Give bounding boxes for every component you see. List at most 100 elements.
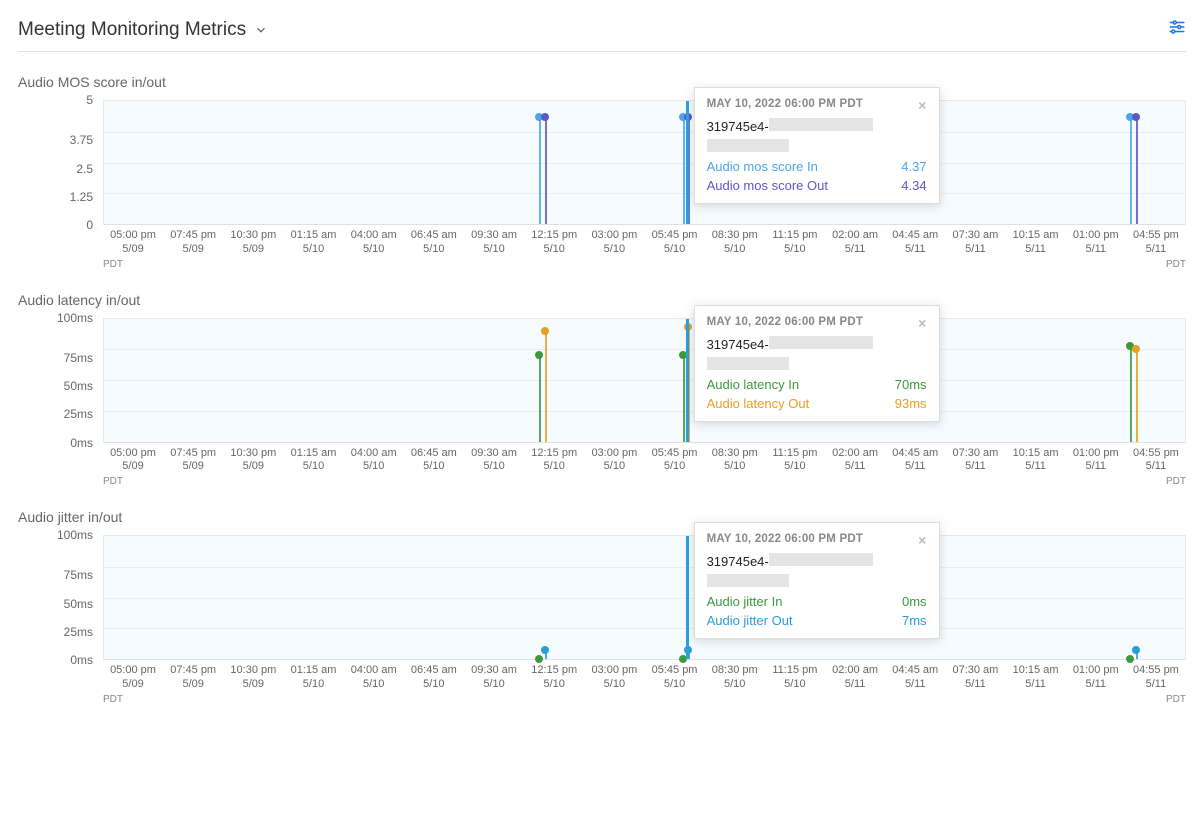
tooltip-metric-label: Audio jitter Out [707, 613, 793, 628]
data-point[interactable] [535, 351, 543, 359]
y-tick: 100ms [57, 312, 93, 324]
x-tick: 06:45 am5/10 [404, 447, 464, 475]
filter-icon[interactable] [1168, 18, 1186, 41]
data-point[interactable] [1132, 113, 1140, 121]
data-point[interactable] [1132, 646, 1140, 654]
tooltip-metric-value: 7ms [902, 613, 927, 628]
y-tick: 1.25 [70, 191, 93, 203]
data-stem [1130, 346, 1132, 442]
x-tick: 08:30 pm5/10 [705, 229, 765, 257]
plot-area[interactable]: MAY 10, 2022 06:00 PM PDT×319745e4-Audio… [103, 100, 1186, 225]
x-axis: 05:00 pm5/0907:45 pm5/0910:30 pm5/0901:1… [103, 664, 1186, 692]
x-tick: 04:00 am5/10 [344, 447, 404, 475]
x-tick: 01:15 am5/10 [284, 447, 344, 475]
close-icon[interactable]: × [918, 533, 926, 547]
y-tick: 0 [86, 219, 93, 231]
section-title-toggle[interactable]: Meeting Monitoring Metrics [18, 19, 268, 41]
y-tick: 0ms [70, 654, 93, 666]
data-point[interactable] [535, 655, 543, 663]
y-tick: 100ms [57, 529, 93, 541]
tooltip-metric-row: Audio jitter In0ms [707, 594, 927, 609]
x-tick: 09:30 am5/10 [464, 229, 524, 257]
x-tick: 04:00 am5/10 [344, 664, 404, 692]
y-axis: 100ms75ms50ms25ms0ms [18, 535, 103, 660]
tooltip-timestamp: MAY 10, 2022 06:00 PM PDT [707, 98, 864, 112]
x-tick: 05:00 pm5/09 [103, 447, 163, 475]
plot-area[interactable]: MAY 10, 2022 06:00 PM PDT×319745e4-Audio… [103, 535, 1186, 660]
hover-cursor [686, 536, 689, 659]
tooltip-metric-row: Audio latency Out93ms [707, 396, 927, 411]
tooltip: MAY 10, 2022 06:00 PM PDT × 319745e4- Audio… [694, 305, 940, 422]
timezone-row: PDTPDT [103, 476, 1186, 487]
x-tick: 02:00 am5/11 [825, 229, 885, 257]
x-tick: 10:15 am5/11 [1006, 447, 1066, 475]
x-tick: 04:00 am5/10 [344, 229, 404, 257]
tooltip-metric-row: Audio mos score In4.37 [707, 159, 927, 174]
x-tick: 07:45 pm5/09 [163, 447, 223, 475]
x-tick: 01:00 pm5/11 [1066, 664, 1126, 692]
x-tick: 04:55 pm5/11 [1126, 664, 1186, 692]
tooltip-metric-row: Audio jitter Out 7ms [707, 613, 927, 628]
data-stem [688, 327, 690, 441]
data-stem [1136, 117, 1138, 224]
x-tick: 03:00 pm5/10 [584, 447, 644, 475]
data-point[interactable] [541, 646, 549, 654]
x-tick: 11:15 pm5/10 [765, 229, 825, 257]
x-tick: 11:15 pm5/10 [765, 447, 825, 475]
y-axis: 100ms75ms50ms25ms0ms [18, 318, 103, 443]
plot-area[interactable]: MAY 10, 2022 06:00 PM PDT × 319745e4- Audio… [103, 318, 1186, 443]
chart-title: Audio jitter in/out [18, 509, 1186, 525]
timezone-row: PDTPDT [103, 694, 1186, 705]
redacted-text [707, 574, 789, 587]
data-stem [539, 117, 541, 225]
chart-section: Audio MOS score in/out 53.752.51.250 MAY 1… [18, 74, 1186, 270]
x-tick: 01:00 pm5/11 [1066, 229, 1126, 257]
chevron-down-icon [254, 23, 268, 37]
x-axis: 05:00 pm5/0907:45 pm5/0910:30 pm5/0901:1… [103, 229, 1186, 257]
data-stem [1130, 117, 1132, 225]
tooltip: MAY 10, 2022 06:00 PM PDT×319745e4-Audio… [694, 522, 940, 639]
data-point[interactable] [541, 113, 549, 121]
y-tick: 25ms [64, 626, 93, 638]
data-point[interactable] [1126, 655, 1134, 663]
y-tick: 50ms [64, 598, 93, 610]
chart-title: Audio MOS score in/out [18, 74, 1186, 90]
y-axis: 53.752.51.250 [18, 100, 103, 225]
x-tick: 12:15 pm5/10 [524, 447, 584, 475]
redacted-text [707, 139, 789, 152]
x-tick: 04:45 am5/11 [885, 447, 945, 475]
tooltip-meeting-id: 319745e4- [707, 336, 927, 352]
tooltip-metric-label: Audio latency Out [707, 396, 810, 411]
x-tick: 09:30 am5/10 [464, 664, 524, 692]
tooltip-metric-label: Audio mos score Out [707, 178, 828, 193]
tooltip-timestamp: MAY 10, 2022 06:00 PM PDT [707, 316, 864, 330]
x-tick: 05:00 pm5/09 [103, 229, 163, 257]
x-tick: 09:30 am5/10 [464, 447, 524, 475]
tooltip-metric-row: Audio latency In70ms [707, 377, 927, 392]
x-tick: 05:45 pm5/10 [645, 664, 705, 692]
y-tick: 75ms [64, 569, 93, 581]
x-tick: 10:15 am5/11 [1006, 229, 1066, 257]
chart-title: Audio latency in/out [18, 292, 1186, 308]
x-tick: 12:15 pm5/10 [524, 664, 584, 692]
x-tick: 01:15 am5/10 [284, 229, 344, 257]
close-icon[interactable]: × [918, 316, 926, 330]
chart-section: Audio latency in/out 100ms75ms50ms25ms0ms… [18, 292, 1186, 488]
close-icon[interactable]: × [918, 98, 926, 112]
tooltip-metric-row: Audio mos score Out4.34 [707, 178, 927, 193]
x-tick: 04:45 am5/11 [885, 229, 945, 257]
x-tick: 07:45 pm5/09 [163, 229, 223, 257]
data-stem [688, 117, 690, 224]
tooltip: MAY 10, 2022 06:00 PM PDT×319745e4-Audio… [694, 87, 940, 204]
data-point[interactable] [541, 327, 549, 335]
data-stem [545, 117, 547, 224]
data-stem [539, 355, 541, 441]
data-point[interactable] [1132, 345, 1140, 353]
x-tick: 10:15 am5/11 [1006, 664, 1066, 692]
x-tick: 08:30 pm5/10 [705, 447, 765, 475]
x-tick: 05:45 pm5/10 [645, 447, 705, 475]
timezone-row: PDTPDT [103, 259, 1186, 270]
x-tick: 04:55 pm5/11 [1126, 229, 1186, 257]
x-tick: 04:55 pm5/11 [1126, 447, 1186, 475]
tooltip-metric-label: Audio latency In [707, 377, 800, 392]
